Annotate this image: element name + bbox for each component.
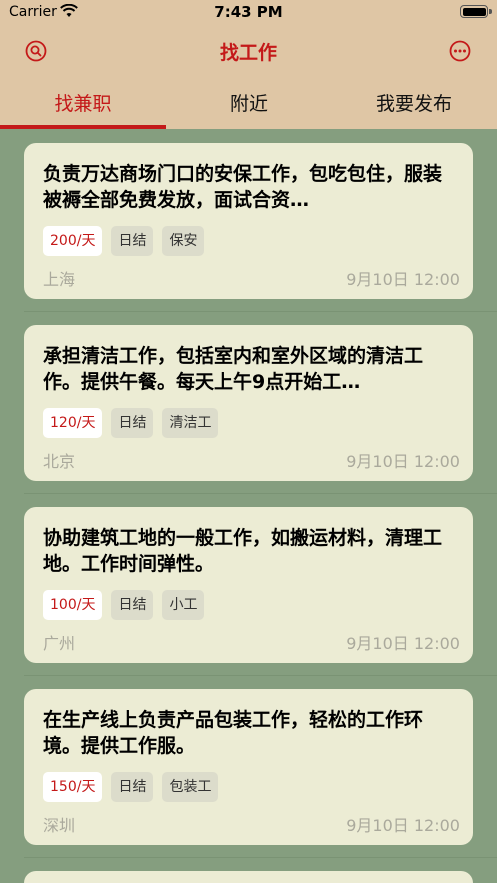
tab-publish[interactable]: 我要发布 bbox=[331, 84, 497, 129]
job-date: 9月10日 12:00 bbox=[346, 270, 460, 289]
pay-tag: 150/天 bbox=[43, 772, 103, 802]
job-tags: 120/天 日结 清洁工 bbox=[43, 408, 227, 438]
job-date: 9月10日 12:00 bbox=[346, 634, 460, 653]
divider bbox=[24, 311, 497, 312]
pay-tag: 100/天 bbox=[43, 590, 103, 620]
divider bbox=[24, 493, 497, 494]
job-description: 协助建筑工地的一般工作，如搬运材料，清理工地。工作时间弹性。 bbox=[43, 527, 443, 575]
settlement-tag: 日结 bbox=[111, 590, 154, 620]
job-description: 承担清洁工作，包括室内和室外区域的清洁工作。提供午餐。每天上午9点开始工… bbox=[43, 345, 424, 393]
category-tag: 清洁工 bbox=[162, 408, 219, 438]
category-tag: 包装工 bbox=[162, 772, 219, 802]
job-tags: 200/天 日结 保安 bbox=[43, 226, 213, 256]
clock: 7:43 PM bbox=[214, 3, 283, 21]
category-tag: 保安 bbox=[162, 226, 205, 256]
more-icon[interactable] bbox=[449, 40, 471, 62]
nav-bar: 找工作 bbox=[0, 30, 497, 70]
job-description: 负责万达商场门口的安保工作，包吃包住，服装被褥全部免费发放，面试合资… bbox=[43, 163, 443, 211]
pay-tag: 200/天 bbox=[43, 226, 103, 256]
divider bbox=[24, 857, 497, 858]
settlement-tag: 日结 bbox=[111, 226, 154, 256]
settlement-tag: 日结 bbox=[111, 772, 154, 802]
job-location: 深圳 bbox=[43, 816, 76, 835]
job-location: 北京 bbox=[43, 452, 76, 471]
page-title: 找工作 bbox=[219, 42, 277, 64]
job-card[interactable]: 承担清洁工作，包括室内和室外区域的清洁工作。提供午餐。每天上午9点开始工… 12… bbox=[24, 325, 473, 481]
status-bar: Carrier 7:43 PM bbox=[0, 0, 497, 26]
job-card[interactable]: 负责万达商场门口的安保工作，包吃包住，服装被褥全部免费发放，面试合资… 200/… bbox=[24, 143, 473, 299]
job-card-partial[interactable] bbox=[24, 871, 473, 883]
category-tag: 小工 bbox=[162, 590, 205, 620]
active-tab-indicator bbox=[0, 125, 166, 129]
job-tags: 150/天 日结 包装工 bbox=[43, 772, 227, 802]
job-tags: 100/天 日结 小工 bbox=[43, 590, 213, 620]
divider bbox=[24, 675, 497, 676]
tab-bar: 找兼职 附近 我要发布 bbox=[0, 84, 497, 129]
tab-part-time[interactable]: 找兼职 bbox=[0, 84, 166, 129]
tab-nearby[interactable]: 附近 bbox=[166, 84, 332, 129]
job-card[interactable]: 协助建筑工地的一般工作，如搬运材料，清理工地。工作时间弹性。 100/天 日结 小工… bbox=[24, 507, 473, 663]
job-date: 9月10日 12:00 bbox=[346, 452, 460, 471]
job-date: 9月10日 12:00 bbox=[346, 816, 460, 835]
job-location: 广州 bbox=[43, 634, 76, 653]
pay-tag: 120/天 bbox=[43, 408, 103, 438]
job-description: 在生产线上负责产品包装工作，轻松的工作环境。提供工作服。 bbox=[43, 709, 424, 757]
settlement-tag: 日结 bbox=[111, 408, 154, 438]
job-location: 上海 bbox=[43, 270, 76, 289]
header: Carrier 7:43 PM 找工作 找兼职 附近 我要发布 bbox=[0, 0, 497, 129]
battery-icon bbox=[460, 5, 492, 18]
job-card[interactable]: 在生产线上负责产品包装工作，轻松的工作环境。提供工作服。 150/天 日结 包装工 … bbox=[24, 689, 473, 845]
